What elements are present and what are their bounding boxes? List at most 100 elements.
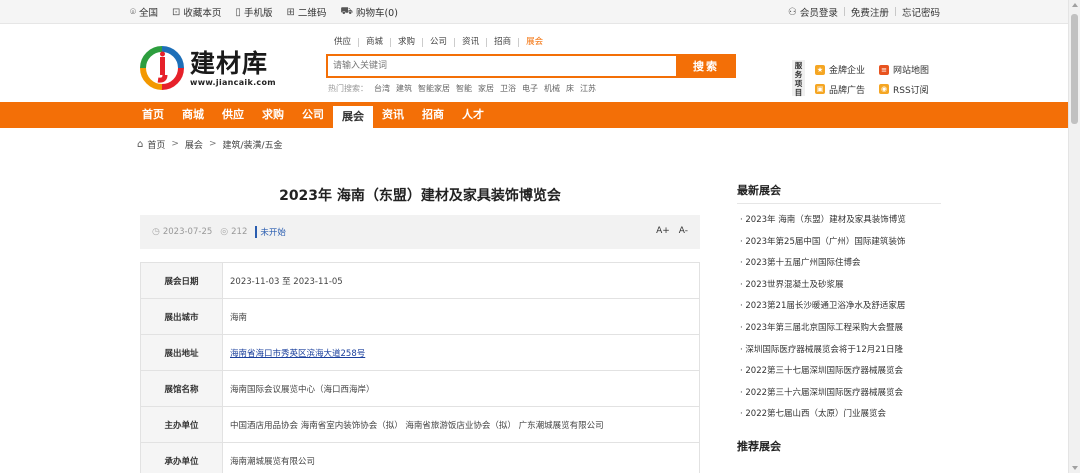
hot-word[interactable]: 智能 [456, 83, 472, 94]
page-title: 2023年 海南（东盟）建材及家具装饰博览会 [279, 188, 561, 204]
service-brand-ad[interactable]: ▣ 品牌广告 [815, 83, 879, 97]
nav-item-news[interactable]: 资讯 [373, 102, 413, 128]
search-tab-news[interactable]: 资讯 [454, 37, 486, 47]
nav-item-home[interactable]: 首页 [133, 102, 173, 128]
cart-icon: ⛟ [340, 5, 353, 17]
search-tab-buy[interactable]: 求购 [390, 37, 422, 47]
top-link-mobile[interactable]: ▯ 手机版 [235, 5, 273, 20]
breadcrumb-home[interactable]: 首页 [147, 138, 165, 151]
list-item[interactable]: · 深圳国际医疗器械展览会将于12月21日隆 [737, 340, 941, 362]
search-tab-invest[interactable]: 招商 [486, 37, 518, 47]
address-link[interactable]: 海南省海口市秀英区滨海大道258号 [230, 349, 365, 359]
eye-icon: ◎ [220, 227, 229, 237]
rss-icon: ◉ [879, 84, 889, 95]
info-value: 2023-11-03 至 2023-11-05 [222, 262, 700, 299]
search-input[interactable] [326, 54, 676, 78]
list-item[interactable]: · 2023年 海南（东盟）建材及家具装饰博览 [737, 210, 941, 232]
status-badge: 未开始 [255, 226, 286, 238]
logo-mark-icon [140, 46, 184, 90]
breadcrumb-separator: > [208, 139, 217, 149]
hot-word[interactable]: 电子 [522, 83, 538, 94]
list-item[interactable]: · 2023年第25届中国（广州）国际建筑装饰 [737, 232, 941, 254]
service-gold-enterprise[interactable]: ★ 金牌企业 [815, 63, 879, 77]
nav-item-expo[interactable]: 展会 [333, 106, 373, 128]
main-nav: 首页 商城 供应 求购 公司 展会 资讯 招商 人才 [0, 102, 1080, 128]
list-item[interactable]: · 2023年第三届北京国际工程采购大会暨展 [737, 318, 941, 340]
hot-word[interactable]: 机械 [544, 83, 560, 94]
site-logo[interactable]: 建材库 www.jiancaik.com [140, 46, 276, 90]
nav-item-company[interactable]: 公司 [293, 102, 333, 128]
top-bar-left: ⌾ 全国 ⊡ 收藏本页 ▯ 手机版 ⊞ 二维码 ⛟ 购物车(0) [130, 5, 412, 20]
hot-word[interactable]: 家居 [478, 83, 494, 94]
top-link-label: 收藏本页 [183, 8, 222, 19]
search-tab-expo[interactable]: 展会 [518, 37, 550, 47]
article-meta: ◷ 2023-07-25 ◎ 212 未开始 A+ A- [140, 215, 700, 249]
user-icon: ⚇ [787, 6, 797, 18]
top-link-cart[interactable]: ⛟ 购物车(0) [340, 5, 398, 20]
login-link[interactable]: ⚇ 会员登录 [787, 5, 838, 20]
scroll-up-arrow-icon[interactable] [1072, 3, 1078, 7]
home-icon: ⌂ [137, 138, 144, 150]
login-label: 会员登录 [799, 8, 838, 19]
recommend-expo-title: 推荐展会 [737, 439, 781, 453]
hot-word[interactable]: 智能家居 [418, 83, 450, 94]
forgot-password-link[interactable]: 忘记密码 [902, 5, 940, 19]
table-row: 展馆名称 海南国际会议展览中心（海口西海岸） [140, 370, 700, 407]
search-area: 供应 商城 求购 公司 资讯 招商 展会 搜索 热门搜索： 台湾 建筑 智能家居… [326, 35, 736, 94]
table-row: 主办单位 中国酒店用品协会 海南省室内装饰协会（拟） 海南省旅游饭店业协会（拟）… [140, 406, 700, 443]
nav-item-invest[interactable]: 招商 [413, 102, 453, 128]
top-link-qrcode[interactable]: ⊞ 二维码 [286, 5, 327, 20]
top-link-label: 二维码 [297, 8, 327, 19]
service-sitemap[interactable]: ≡ 网站地图 [879, 63, 941, 77]
table-row: 展出城市 海南 [140, 298, 700, 335]
list-item[interactable]: · 2023世界混凝土及砂浆展 [737, 275, 941, 297]
nav-item-mall[interactable]: 商城 [173, 102, 213, 128]
search-button[interactable]: 搜索 [676, 54, 736, 78]
font-decrease-button[interactable]: A- [679, 226, 688, 236]
hot-search-label: 热门搜索： [328, 84, 368, 93]
hot-word[interactable]: 台湾 [374, 83, 390, 94]
search-tab-supply[interactable]: 供应 [332, 37, 358, 47]
top-link-bookmark[interactable]: ⊡ 收藏本页 [172, 5, 222, 20]
service-label: 网站地图 [893, 66, 930, 77]
expo-info-table: 展会日期 2023-11-03 至 2023-11-05 展出城市 海南 展出地… [140, 262, 700, 473]
location-icon: ⌾ [130, 6, 136, 18]
hot-word[interactable]: 卫浴 [500, 83, 516, 94]
info-value: 海南潮城展览有限公司 [222, 442, 700, 473]
list-item[interactable]: · 2023第21届长沙暖通卫浴净水及舒适家居 [737, 296, 941, 318]
list-item[interactable]: · 2023第十五届广州国际住博会 [737, 253, 941, 275]
nav-item-talent[interactable]: 人才 [453, 102, 493, 128]
info-key: 展馆名称 [140, 370, 223, 407]
hot-word[interactable]: 江苏 [580, 83, 596, 94]
top-bar: ⌾ 全国 ⊡ 收藏本页 ▯ 手机版 ⊞ 二维码 ⛟ 购物车(0) ⚇ 会员登录 | 免费注册… [0, 0, 1080, 24]
latest-expo-list: · 2023年 海南（东盟）建材及家具装饰博览 · 2023年第25届中国（广州… [737, 210, 941, 426]
info-key: 主办单位 [140, 406, 223, 443]
search-box: 搜索 [326, 54, 736, 78]
list-item[interactable]: · 2022第三十七届深圳国际医疗器械展览会 [737, 361, 941, 383]
register-link[interactable]: 免费注册 [851, 5, 889, 19]
scroll-down-arrow-icon[interactable] [1072, 466, 1078, 470]
list-item[interactable]: · 2022第七届山西（太原）门业展览会 [737, 404, 941, 426]
service-rss[interactable]: ◉ RSS订阅 [879, 83, 941, 97]
hot-word[interactable]: 床 [566, 83, 574, 94]
top-separator: | [893, 7, 897, 17]
top-bar-right: ⚇ 会员登录 | 免费注册 | 忘记密码 [787, 5, 940, 20]
font-increase-button[interactable]: A+ [656, 226, 670, 236]
hot-word[interactable]: 建筑 [396, 83, 412, 94]
top-link-label: 手机版 [243, 8, 273, 19]
nav-item-supply[interactable]: 供应 [213, 102, 253, 128]
nav-item-buy[interactable]: 求购 [253, 102, 293, 128]
info-value: 海南国际会议展览中心（海口西海岸） [222, 370, 700, 407]
breadcrumb-expo[interactable]: 展会 [185, 138, 203, 151]
table-row: 展会日期 2023-11-03 至 2023-11-05 [140, 262, 700, 299]
breadcrumb-category[interactable]: 建筑/装潢/五金 [222, 138, 282, 151]
top-link-region[interactable]: ⌾ 全国 [130, 5, 158, 20]
service-label: RSS订阅 [893, 85, 929, 96]
mobile-icon: ▯ [235, 6, 241, 18]
service-label: 金牌企业 [829, 66, 866, 77]
search-tab-company[interactable]: 公司 [422, 37, 454, 47]
view-count: 212 [231, 227, 248, 237]
latest-expo-title: 最新展会 [737, 184, 781, 197]
search-tab-mall[interactable]: 商城 [358, 37, 390, 47]
list-item[interactable]: · 2022第三十六届深圳国际医疗器械展览会 [737, 383, 941, 405]
